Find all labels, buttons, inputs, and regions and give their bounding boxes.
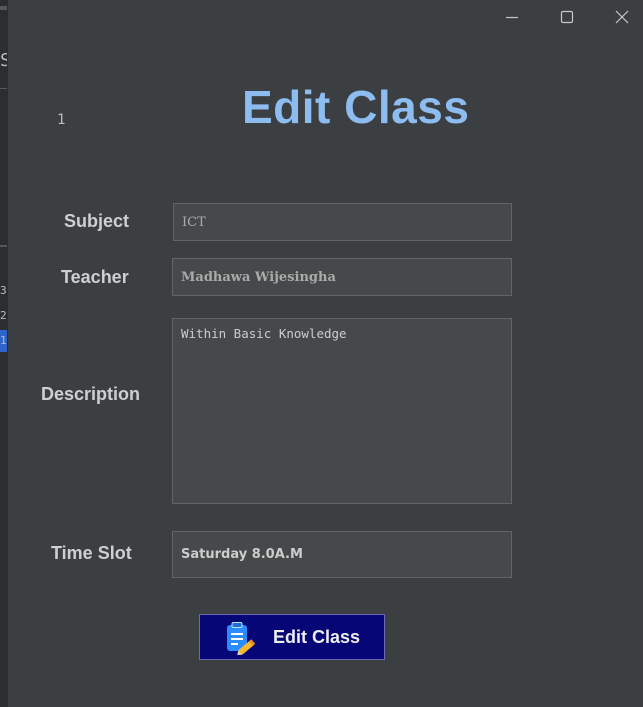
time-slot-value: Saturday 8.0A.M bbox=[181, 547, 303, 562]
close-button[interactable] bbox=[611, 6, 633, 28]
subject-field[interactable]: ICT bbox=[173, 203, 512, 241]
edit-class-button[interactable]: Edit Class bbox=[199, 614, 385, 660]
time-slot-field[interactable]: Saturday 8.0A.M bbox=[172, 531, 512, 578]
description-label: Description bbox=[41, 384, 141, 404]
teacher-value: Madhawa Wijesingha bbox=[181, 269, 336, 285]
edit-class-dialog: 1 Edit Class Subject ICT Teacher Madhawa… bbox=[7, 0, 643, 707]
subject-value: ICT bbox=[182, 214, 206, 230]
close-icon bbox=[615, 10, 629, 24]
maximize-icon bbox=[560, 10, 574, 24]
dialog-title: Edit Class bbox=[242, 81, 470, 133]
edit-class-button-label: Edit Class bbox=[273, 627, 361, 647]
description-textarea[interactable]: Within Basic Knowledge bbox=[172, 318, 512, 504]
minimize-button[interactable] bbox=[501, 6, 523, 28]
subject-label: Subject bbox=[64, 211, 130, 231]
teacher-label: Teacher bbox=[61, 267, 129, 287]
time-slot-label: Time Slot bbox=[51, 543, 132, 563]
description-value: Within Basic Knowledge bbox=[181, 326, 347, 341]
class-id-label: 1 bbox=[57, 112, 66, 128]
minimize-icon bbox=[506, 16, 518, 19]
maximize-button[interactable] bbox=[556, 6, 578, 28]
teacher-field[interactable]: Madhawa Wijesingha bbox=[172, 258, 512, 296]
clipboard-edit-icon bbox=[227, 622, 256, 655]
